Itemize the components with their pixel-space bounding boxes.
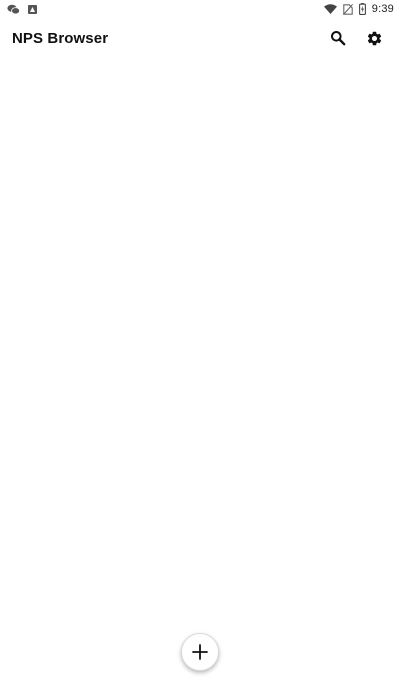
app-notification-icon [28,4,37,14]
add-button[interactable] [181,633,219,671]
app-screen: 9:39 NPS Browser [0,0,400,700]
battery-charging-icon [358,3,366,15]
search-icon [331,31,346,46]
settings-button[interactable] [362,26,386,50]
status-bar: 9:39 [0,0,400,18]
plus-icon [192,644,208,660]
wifi-icon [323,4,337,14]
gear-icon [367,31,381,45]
no-sim-icon [342,3,353,15]
app-title: NPS Browser [12,29,109,47]
status-time: 9:39 [371,3,394,15]
content-area [0,58,400,700]
chat-notification-icon [7,4,20,14]
search-button[interactable] [326,26,350,50]
status-right: 9:39 [323,3,394,15]
status-left [7,4,37,15]
app-bar: NPS Browser [0,18,400,58]
app-bar-actions [326,26,386,50]
